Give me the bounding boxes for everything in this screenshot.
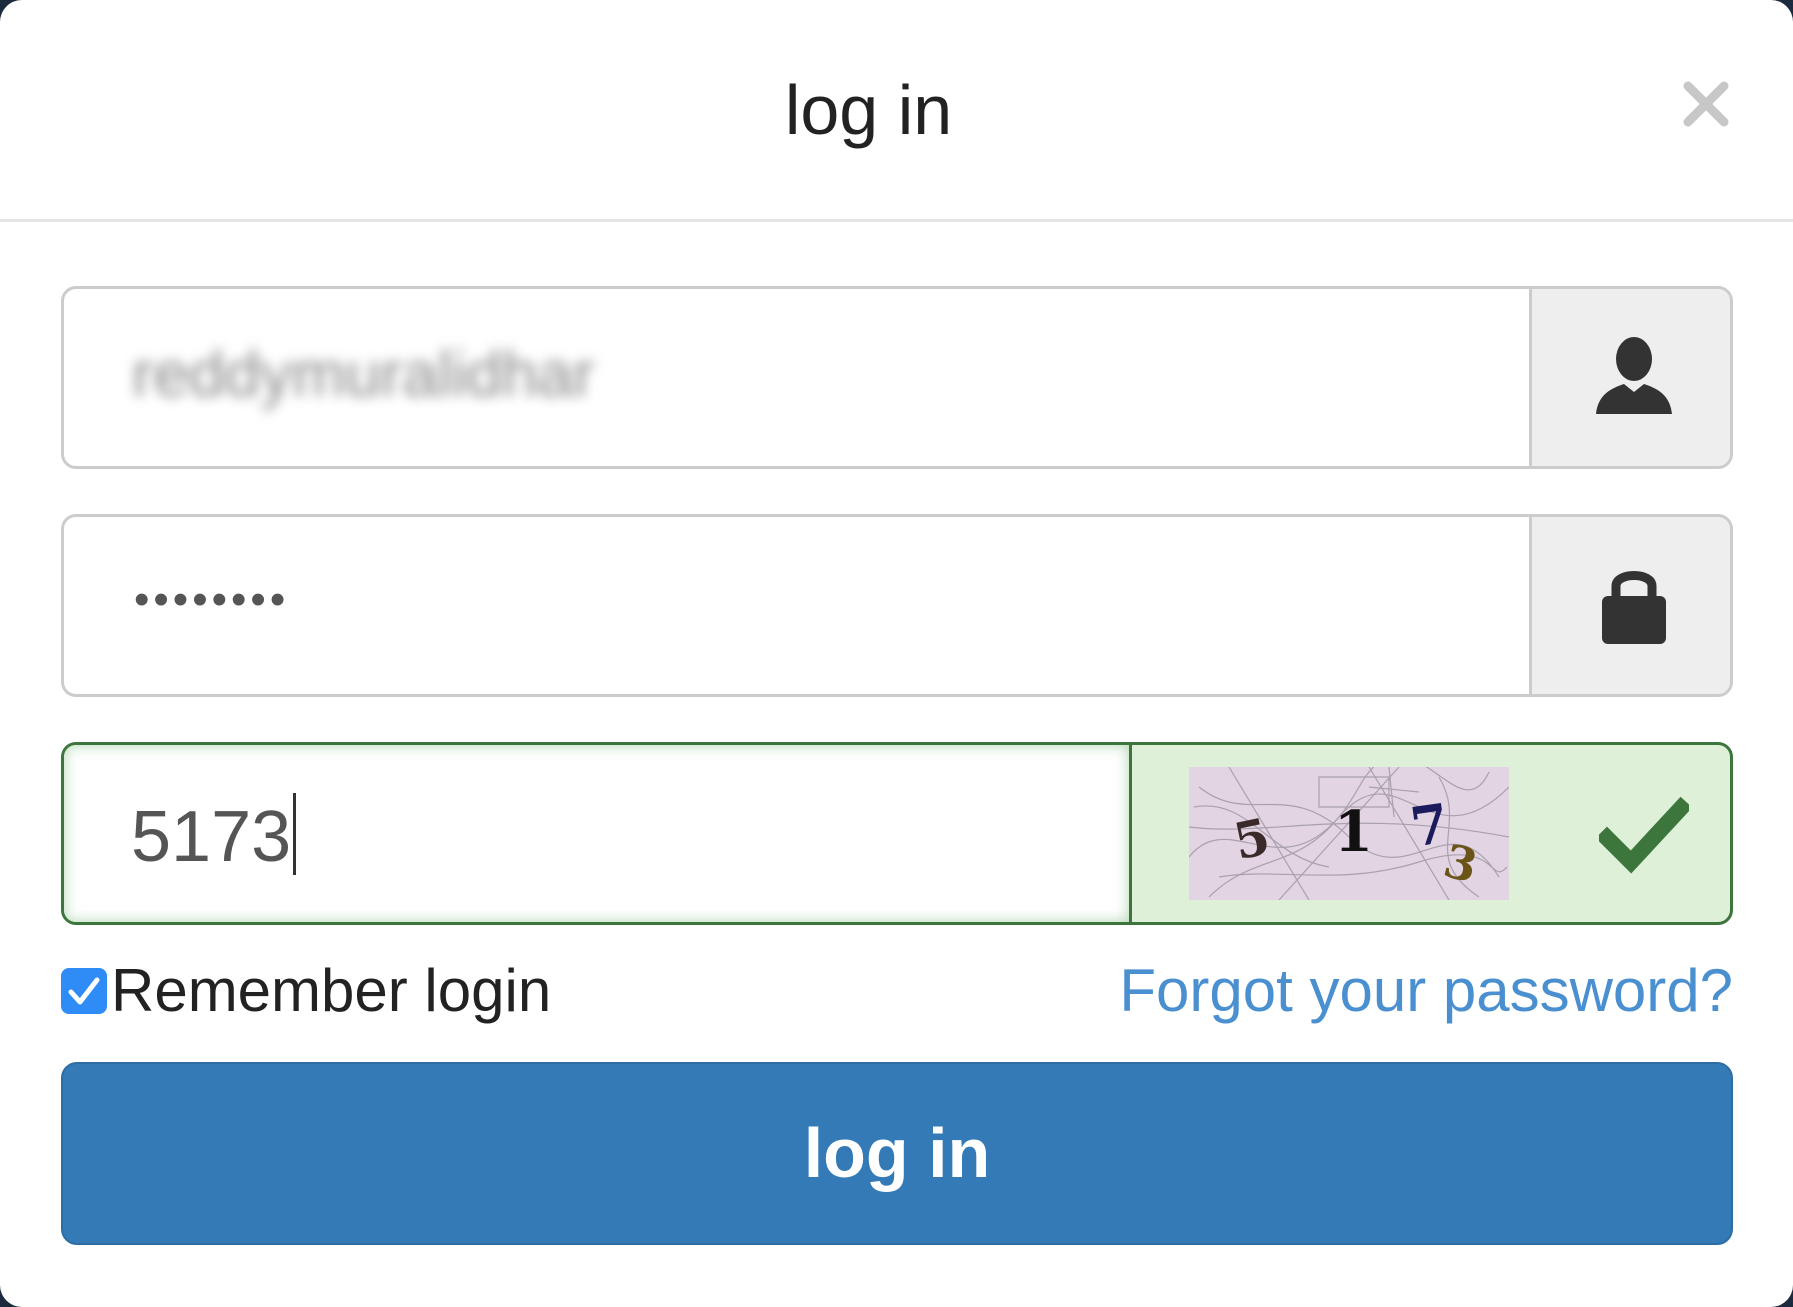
username-value: reddymuralidhar <box>132 338 595 410</box>
checkmark-icon <box>1599 796 1689 874</box>
user-icon <box>1596 337 1672 414</box>
captcha-image[interactable]: 5 1 7 3 <box>1188 755 1510 901</box>
captcha-input[interactable]: 5173 <box>64 745 1132 922</box>
username-group: reddymuralidhar <box>61 286 1733 469</box>
remember-checkbox[interactable] <box>61 968 107 1014</box>
login-modal: log in reddymuralidhar •••••••• 5173 5 1… <box>0 0 1793 1307</box>
captcha-value: 5173 <box>131 793 297 878</box>
remember-label: Remember login <box>111 957 552 1024</box>
username-addon <box>1529 289 1730 466</box>
modal-title: log in <box>784 71 953 149</box>
check-icon <box>68 977 100 1005</box>
username-input[interactable]: reddymuralidhar <box>64 289 1529 466</box>
modal-header: log in <box>0 0 1793 222</box>
password-value: •••••••• <box>134 575 290 624</box>
password-group: •••••••• <box>61 514 1733 697</box>
login-button[interactable]: log in <box>61 1062 1733 1245</box>
lock-icon <box>1602 571 1666 644</box>
close-button[interactable] <box>1680 68 1732 132</box>
captcha-char: 1 <box>1334 799 1373 865</box>
text-caret <box>293 793 297 875</box>
close-icon <box>1683 81 1729 127</box>
password-addon <box>1529 517 1730 694</box>
remember-login[interactable]: Remember login <box>61 955 551 1027</box>
captcha-group: 5173 5 1 7 3 <box>61 742 1733 925</box>
forgot-password-link[interactable]: Forgot your password? <box>1119 955 1733 1027</box>
password-input[interactable]: •••••••• <box>64 517 1529 694</box>
